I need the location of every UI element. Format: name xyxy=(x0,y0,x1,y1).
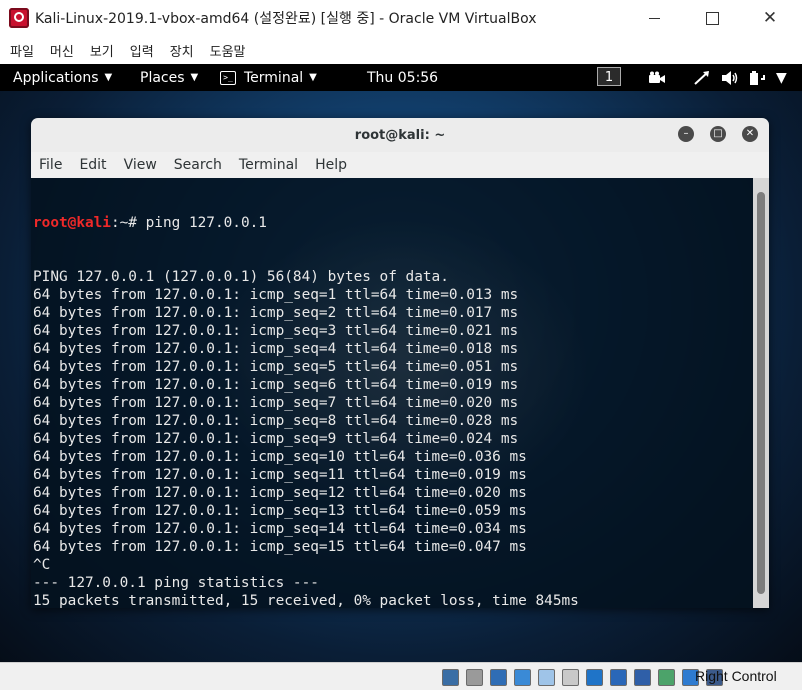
command-output: PING 127.0.0.1 (127.0.0.1) 56(84) bytes … xyxy=(33,268,579,608)
prompt-path: :~# xyxy=(110,215,146,231)
shared-folders-icon[interactable] xyxy=(538,669,555,686)
workspace-indicator[interactable]: 1 xyxy=(597,67,621,86)
output-line: 64 bytes from 127.0.0.1: icmp_seq=7 ttl=… xyxy=(33,395,519,411)
places-menu[interactable]: Places ▼ xyxy=(140,70,198,86)
maximize-icon xyxy=(705,11,719,25)
terminal-text: root@kali:~# ping 127.0.0.1 PING 127.0.0… xyxy=(33,178,579,608)
vbox-maximize-button[interactable] xyxy=(690,0,734,36)
output-line: 64 bytes from 127.0.0.1: icmp_seq=6 ttl=… xyxy=(33,377,519,393)
command-text: ping 127.0.0.1 xyxy=(145,215,267,231)
maximize-icon: □ xyxy=(713,128,723,139)
volume-icon[interactable] xyxy=(721,64,739,91)
terminal-menu-view[interactable]: View xyxy=(124,157,157,173)
terminal-menu-edit[interactable]: Edit xyxy=(79,157,106,173)
command-line: root@kali:~# ping 127.0.0.1 xyxy=(33,214,579,232)
terminal-close-button[interactable]: ✕ xyxy=(742,126,758,142)
output-line: 64 bytes from 127.0.0.1: icmp_seq=10 ttl… xyxy=(33,449,527,465)
optical-drive-icon[interactable] xyxy=(442,669,459,686)
virtualbox-logo-icon xyxy=(9,8,29,28)
dropdown-arrow-icon: ▼ xyxy=(309,72,317,83)
prompt-user: root@kali xyxy=(33,215,111,231)
display-icon[interactable] xyxy=(562,669,579,686)
terminal-output-area[interactable]: root@kali:~# ping 127.0.0.1 PING 127.0.0… xyxy=(31,178,753,608)
usb-icon[interactable] xyxy=(514,669,531,686)
minimize-icon xyxy=(648,17,660,19)
terminal-menu-file[interactable]: File xyxy=(39,157,62,173)
vbox-menu-input[interactable]: 입력 xyxy=(130,41,154,60)
vbox-close-button[interactable]: ✕ xyxy=(748,0,792,36)
output-line: 64 bytes from 127.0.0.1: icmp_seq=1 ttl=… xyxy=(33,287,519,303)
vbox-menu-devices[interactable]: 장치 xyxy=(170,41,194,60)
terminal-scrollbar[interactable] xyxy=(753,178,769,608)
video-camera-icon[interactable] xyxy=(648,64,666,91)
output-line: 64 bytes from 127.0.0.1: icmp_seq=4 ttl=… xyxy=(33,341,519,357)
minimize-icon: – xyxy=(683,128,689,139)
output-line: ^C xyxy=(33,557,51,573)
vbox-titlebar: Kali-Linux-2019.1-vbox-amd64 (설정완료) [실행 … xyxy=(0,0,802,36)
terminal-window-title: root@kali: ~ xyxy=(354,127,446,143)
output-line: 15 packets transmitted, 15 received, 0% … xyxy=(33,593,579,608)
output-line: 64 bytes from 127.0.0.1: icmp_seq=15 ttl… xyxy=(33,539,527,555)
kali-top-panel: Applications ▼ Places ▼ >_ Terminal ▼ Th… xyxy=(0,64,802,91)
vbox-minimize-button[interactable] xyxy=(632,0,676,36)
close-icon: ✕ xyxy=(745,128,755,139)
power-menu-icon[interactable] xyxy=(748,64,768,91)
guest-additions-icon[interactable] xyxy=(658,669,675,686)
cpu-icon[interactable] xyxy=(634,669,651,686)
output-line: 64 bytes from 127.0.0.1: icmp_seq=12 ttl… xyxy=(33,485,527,501)
network-icon[interactable] xyxy=(490,669,507,686)
terminal-titlebar[interactable]: root@kali: ~ – □ ✕ xyxy=(31,118,769,153)
applications-menu[interactable]: Applications ▼ xyxy=(13,70,112,86)
vbox-window-title: Kali-Linux-2019.1-vbox-amd64 (설정완료) [실행 … xyxy=(35,11,537,27)
applications-label: Applications xyxy=(13,69,99,86)
output-line: 64 bytes from 127.0.0.1: icmp_seq=14 ttl… xyxy=(33,521,527,537)
terminal-menubar: File Edit View Search Terminal Help xyxy=(31,152,769,178)
vbox-menu-machine[interactable]: 머신 xyxy=(50,41,74,60)
panel-dropdown-icon[interactable]: ▼ xyxy=(776,64,787,91)
output-line: 64 bytes from 127.0.0.1: icmp_seq=8 ttl=… xyxy=(33,413,519,429)
output-line: 64 bytes from 127.0.0.1: icmp_seq=13 ttl… xyxy=(33,503,527,519)
recording-icon[interactable] xyxy=(610,669,627,686)
terminal-menu-help[interactable]: Help xyxy=(315,157,347,173)
terminal-app-menu[interactable]: >_ Terminal ▼ xyxy=(220,70,317,86)
terminal-menu-search[interactable]: Search xyxy=(174,157,222,173)
output-line: 64 bytes from 127.0.0.1: icmp_seq=9 ttl=… xyxy=(33,431,519,447)
clock[interactable]: Thu 05:56 xyxy=(367,70,438,86)
pointer-tool-icon[interactable] xyxy=(693,64,711,91)
vbox-menu-help[interactable]: 도움말 xyxy=(210,41,246,60)
places-label: Places xyxy=(140,69,185,86)
scrollbar-thumb[interactable] xyxy=(757,192,765,594)
vbox-menubar: 파일 머신 보기 입력 장치 도움말 xyxy=(0,36,802,64)
terminal-menu-terminal[interactable]: Terminal xyxy=(239,157,298,173)
terminal-icon: >_ xyxy=(220,70,236,85)
output-line: 64 bytes from 127.0.0.1: icmp_seq=2 ttl=… xyxy=(33,305,519,321)
dropdown-arrow-icon: ▼ xyxy=(104,72,113,83)
dropdown-arrow-icon: ▼ xyxy=(190,72,199,83)
terminal-maximize-button[interactable]: □ xyxy=(710,126,726,142)
output-line: 64 bytes from 127.0.0.1: icmp_seq=3 ttl=… xyxy=(33,323,519,339)
audio-icon[interactable] xyxy=(466,669,483,686)
vbox-menu-file[interactable]: 파일 xyxy=(10,41,34,60)
output-line: 64 bytes from 127.0.0.1: icmp_seq=5 ttl=… xyxy=(33,359,519,375)
host-key-label: Right Control xyxy=(695,668,777,684)
vbox-menu-view[interactable]: 보기 xyxy=(90,41,114,60)
output-line: --- 127.0.0.1 ping statistics --- xyxy=(33,575,319,591)
clock-label: Thu 05:56 xyxy=(367,69,439,86)
terminal-minimize-button[interactable]: – xyxy=(678,126,694,142)
guest-display[interactable]: Applications ▼ Places ▼ >_ Terminal ▼ Th… xyxy=(0,64,802,662)
close-icon: ✕ xyxy=(762,7,778,28)
terminal-window[interactable]: root@kali: ~ – □ ✕ File Edit View Search… xyxy=(31,118,769,608)
vbox-statusbar: Right Control xyxy=(0,662,802,690)
terminal-app-label: Terminal xyxy=(244,69,304,86)
output-line: PING 127.0.0.1 (127.0.0.1) 56(84) bytes … xyxy=(33,269,449,285)
video-capture-icon[interactable] xyxy=(586,669,603,686)
output-line: 64 bytes from 127.0.0.1: icmp_seq=11 ttl… xyxy=(33,467,527,483)
